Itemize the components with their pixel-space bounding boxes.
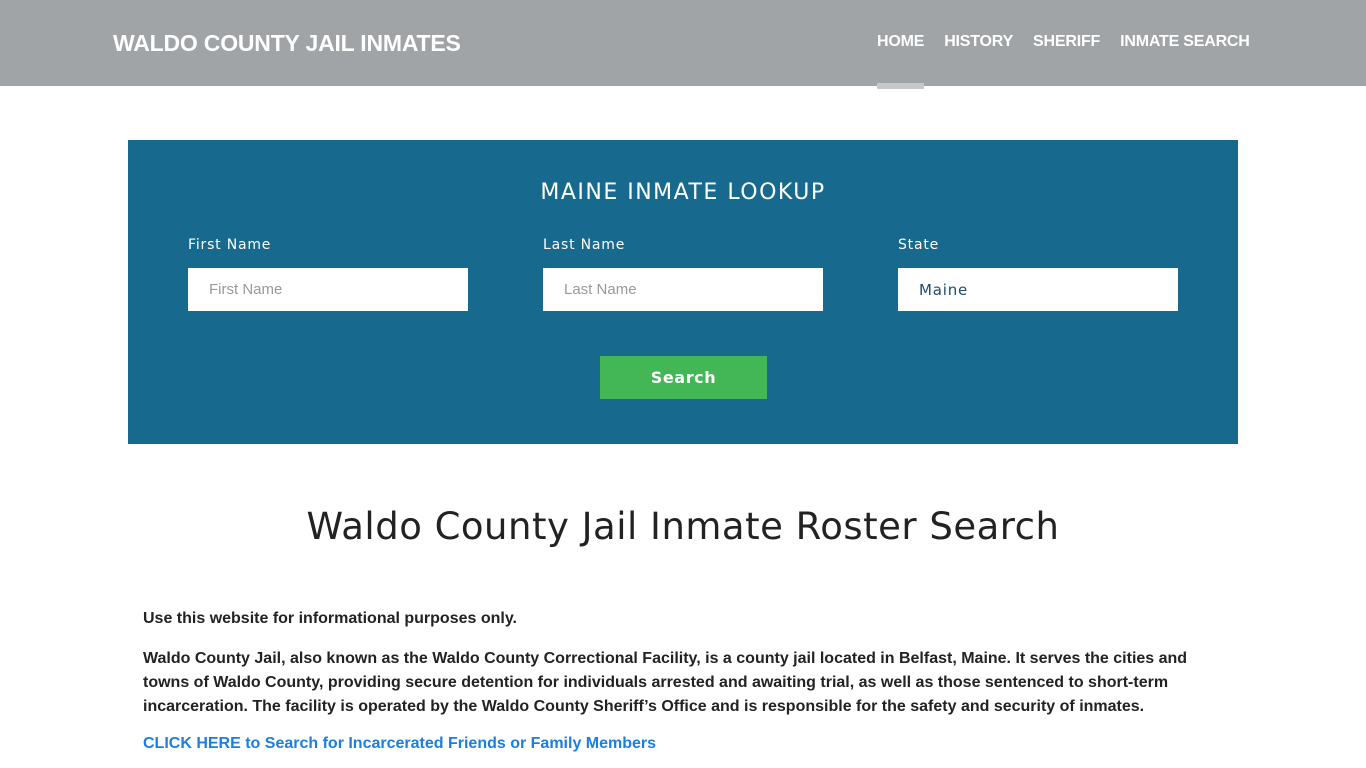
last-name-group: Last Name xyxy=(543,237,823,311)
site-brand[interactable]: WALDO COUNTY JAIL INMATES xyxy=(113,30,461,57)
first-name-group: First Name xyxy=(188,237,468,311)
nav-inmate-search[interactable]: INMATE SEARCH xyxy=(1120,33,1250,51)
first-name-label: First Name xyxy=(188,237,272,253)
nav-home[interactable]: HOME xyxy=(877,33,925,89)
search-cta-link[interactable]: CLICK HERE to Search for Incarcerated Fr… xyxy=(143,732,656,756)
page-title: Waldo County Jail Inmate Roster Search xyxy=(306,505,1060,548)
state-input[interactable] xyxy=(898,268,1178,311)
last-name-label: Last Name xyxy=(543,237,626,253)
lookup-title: MAINE INMATE LOOKUP xyxy=(540,180,826,205)
navbar: WALDO COUNTY JAIL INMATES HOME HISTORY S… xyxy=(0,0,1366,89)
description-text: Waldo County Jail, also known as the Wal… xyxy=(143,650,1188,715)
disclaimer-text: Use this website for informational purpo… xyxy=(143,610,517,627)
search-button[interactable]: Search xyxy=(600,356,767,399)
state-label: State xyxy=(898,237,940,253)
first-name-input[interactable] xyxy=(188,268,468,311)
state-group: State xyxy=(898,237,1178,311)
nav-history[interactable]: HISTORY xyxy=(944,33,1013,51)
main-content: Use this website for informational purpo… xyxy=(143,607,1223,756)
main-nav: HOME HISTORY SHERIFF INMATE SEARCH xyxy=(877,33,1270,89)
inmate-lookup-panel: MAINE INMATE LOOKUP First Name Last Name… xyxy=(128,140,1238,444)
nav-sheriff[interactable]: SHERIFF xyxy=(1033,33,1100,51)
last-name-input[interactable] xyxy=(543,268,823,311)
